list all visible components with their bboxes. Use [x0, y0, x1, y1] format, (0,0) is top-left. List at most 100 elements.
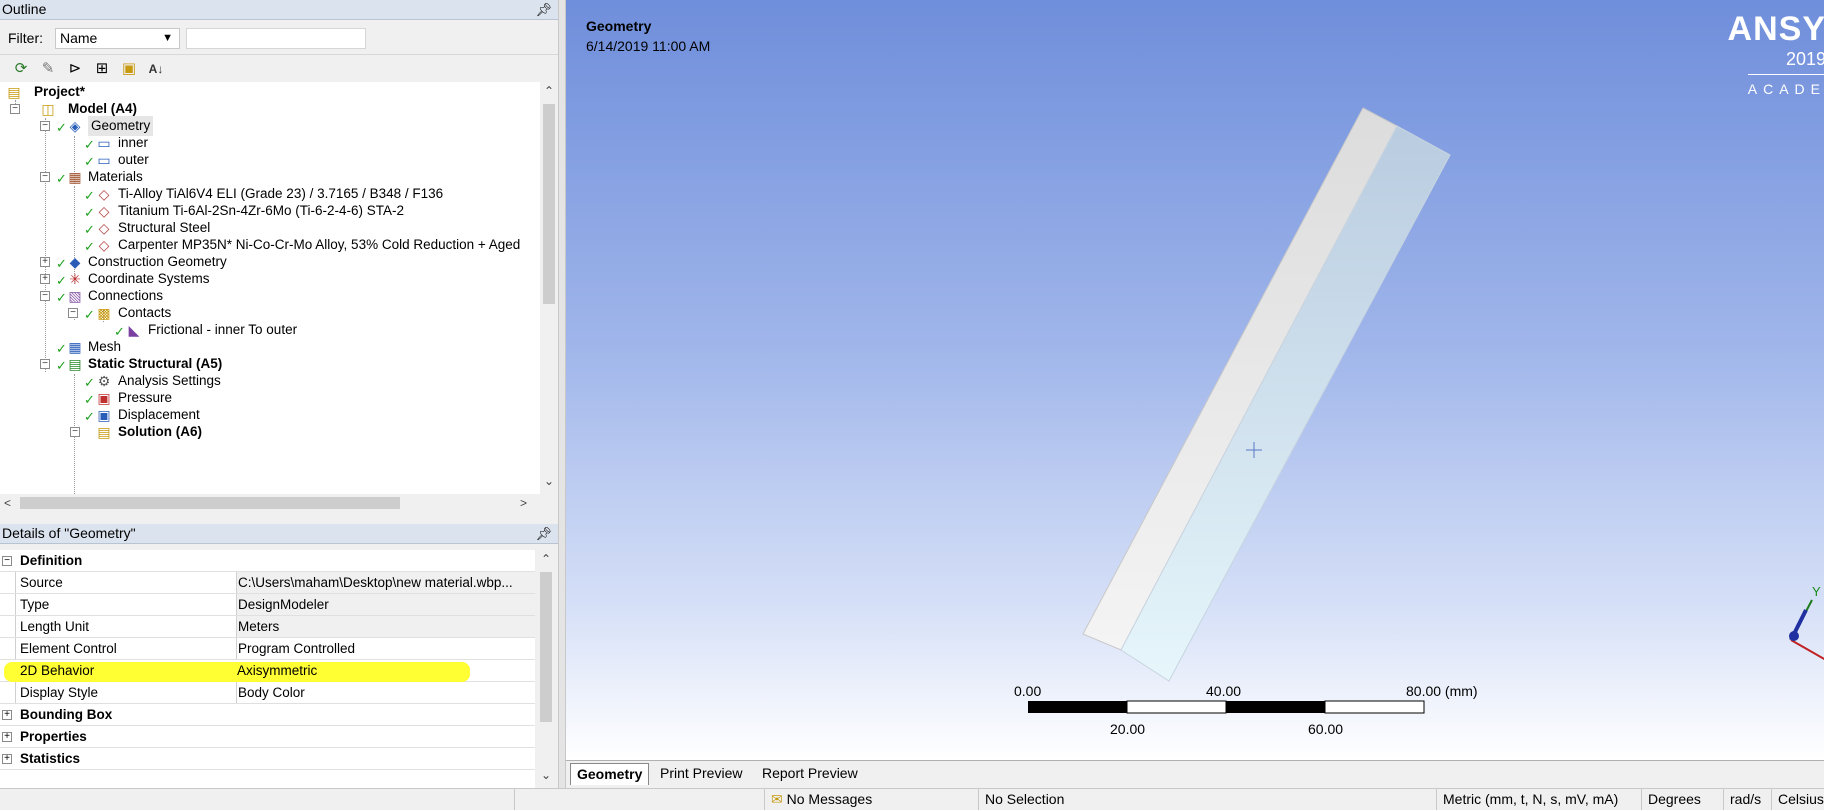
check-icon: ✓	[56, 358, 67, 373]
details-vertical-scrollbar[interactable]: ⌃ ⌄	[537, 550, 555, 788]
collapse-icon[interactable]: −	[10, 104, 20, 114]
pressure-icon: ▣	[97, 390, 111, 406]
property-name: Length Unit	[20, 619, 90, 634]
scroll-down-icon[interactable]: ⌄	[544, 474, 554, 488]
folder-icon[interactable]: ▣	[118, 58, 140, 80]
material-tag-icon: ◇	[98, 220, 110, 236]
property-value[interactable]: Program Controlled	[236, 638, 535, 659]
property-row-element-control[interactable]: Element Control Program Controlled	[0, 638, 535, 660]
property-value: C:\Users\maham\Desktop\new material.wbp.…	[236, 572, 535, 593]
model-icon: ◫	[41, 101, 55, 117]
material-tag-icon: ◇	[98, 203, 110, 219]
collapse-icon[interactable]: −	[40, 172, 50, 182]
materials-icon: ▦	[68, 169, 82, 185]
tab-print-preview[interactable]: Print Preview	[654, 763, 748, 785]
scroll-down-icon[interactable]: ⌄	[541, 768, 551, 782]
property-row-2d-behavior[interactable]: 2D Behavior Axisymmetric	[0, 660, 535, 682]
group-label: Definition	[20, 553, 83, 568]
outer-body[interactable]	[1120, 125, 1451, 682]
tree-vertical-scrollbar[interactable]: ⌃ ⌄	[540, 82, 558, 494]
graphics-viewport[interactable]: Geometry 6/14/2019 11:00 AM ANSY 2019 AC…	[566, 0, 1824, 760]
details-panel: Details of "Geometry" 📌︎ − Definition So…	[0, 524, 558, 788]
plus-box-icon[interactable]: ⊞	[91, 58, 113, 80]
collapse-icon[interactable]: −	[40, 121, 50, 131]
geometry-icon: ◈	[69, 118, 81, 134]
group-label: Properties	[20, 729, 87, 744]
status-bar: ✉ No Messages No Selection Metric (mm, t…	[0, 788, 1824, 810]
scroll-thumb[interactable]	[543, 104, 555, 304]
filter-bar: Filter: Name ▼	[0, 24, 558, 52]
scale-label: 40.00	[1206, 683, 1242, 699]
sort-az-icon[interactable]: A↓	[145, 58, 167, 80]
expand-tree-icon[interactable]: ⊳	[64, 58, 86, 80]
collapse-icon[interactable]: −	[68, 308, 78, 318]
scroll-right-icon[interactable]: >	[520, 496, 527, 510]
tree-horizontal-scrollbar[interactable]: < >	[0, 494, 540, 512]
scroll-thumb[interactable]	[540, 572, 552, 722]
collapse-icon[interactable]: −	[40, 359, 50, 369]
collapse-icon[interactable]: −	[2, 556, 12, 566]
scale-label: 60.00	[1308, 721, 1344, 737]
left-panel: Outline 📌︎ Filter: Name ▼ ⟳ ✎ ⊳ ⊞ ▣ A↓ ▤…	[0, 0, 560, 788]
status-messages-text: No Messages	[786, 791, 873, 807]
group-properties[interactable]: + Properties	[0, 726, 535, 748]
pin-icon[interactable]: 📌︎	[535, 1, 552, 19]
status-messages[interactable]: ✉ No Messages	[764, 789, 978, 810]
connections-icon: ▧	[68, 288, 82, 304]
expand-icon[interactable]: +	[2, 710, 12, 720]
tree-label: Solution (A6)	[118, 424, 202, 439]
property-name: Type	[20, 597, 50, 612]
inner-body[interactable]	[1082, 107, 1398, 651]
suppress-icon[interactable]: ✎	[37, 58, 59, 80]
collapse-icon[interactable]: −	[40, 291, 50, 301]
scale-bar	[1028, 700, 1425, 714]
check-icon: ✓	[84, 307, 95, 322]
property-row-type[interactable]: Type DesignModeler	[0, 594, 535, 616]
status-rate-unit[interactable]: rad/s	[1723, 789, 1771, 810]
expand-icon[interactable]: +	[2, 732, 12, 742]
scroll-left-icon[interactable]: <	[4, 496, 11, 510]
scale-label: 20.00	[1110, 721, 1146, 737]
group-bounding-box[interactable]: + Bounding Box	[0, 704, 535, 726]
property-value[interactable]: Axisymmetric	[236, 660, 535, 681]
model-canvas	[1028, 107, 1824, 714]
expand-icon[interactable]: +	[2, 754, 12, 764]
check-icon: ✓	[84, 409, 95, 424]
pin-icon[interactable]: 📌︎	[535, 525, 552, 543]
property-row-display-style[interactable]: Display Style Body Color	[0, 682, 535, 704]
property-name: Display Style	[20, 685, 99, 700]
viewport-tabs: Geometry Print Preview Report Preview	[566, 760, 1824, 788]
filter-select[interactable]: Name ▼	[55, 28, 180, 49]
property-value[interactable]: Body Color	[236, 682, 535, 703]
refresh-icon[interactable]: ⟳	[10, 58, 32, 80]
tab-geometry[interactable]: Geometry	[570, 763, 650, 785]
status-temp-unit[interactable]: Celsius	[1771, 789, 1824, 810]
scroll-up-icon[interactable]: ⌃	[541, 552, 551, 566]
chevron-down-icon: ▼	[162, 32, 173, 44]
expand-icon[interactable]: +	[40, 274, 50, 284]
scroll-thumb[interactable]	[20, 497, 400, 509]
group-definition[interactable]: − Definition	[0, 550, 535, 572]
collapse-icon[interactable]: −	[70, 427, 80, 437]
group-label: Statistics	[20, 751, 81, 766]
status-units[interactable]: Metric (mm, t, N, s, mV, mA)	[1436, 789, 1641, 810]
analysis-settings-icon: ⚙	[97, 373, 111, 389]
group-label: Bounding Box	[20, 707, 113, 722]
status-selection: No Selection	[978, 789, 1436, 810]
outline-title-bar: Outline 📌︎	[0, 0, 558, 20]
tab-report-preview[interactable]: Report Preview	[756, 763, 864, 785]
filter-input[interactable]	[186, 28, 366, 49]
property-name: 2D Behavior	[20, 663, 95, 678]
static-structural-icon: ▤	[68, 356, 82, 372]
filter-label: Filter:	[8, 30, 43, 46]
material-tag-icon: ◇	[98, 186, 110, 202]
property-row-source[interactable]: Source C:\Users\maham\Desktop\new materi…	[0, 572, 535, 594]
scroll-up-icon[interactable]: ⌃	[544, 84, 554, 98]
scale-label: 0.00	[1014, 683, 1042, 699]
status-angle-unit[interactable]: Degrees	[1641, 789, 1723, 810]
panel-splitter[interactable]	[558, 0, 566, 788]
property-row-length-unit[interactable]: Length Unit Meters	[0, 616, 535, 638]
property-value: Meters	[236, 616, 535, 637]
group-statistics[interactable]: + Statistics	[0, 748, 535, 770]
expand-icon[interactable]: +	[40, 257, 50, 267]
